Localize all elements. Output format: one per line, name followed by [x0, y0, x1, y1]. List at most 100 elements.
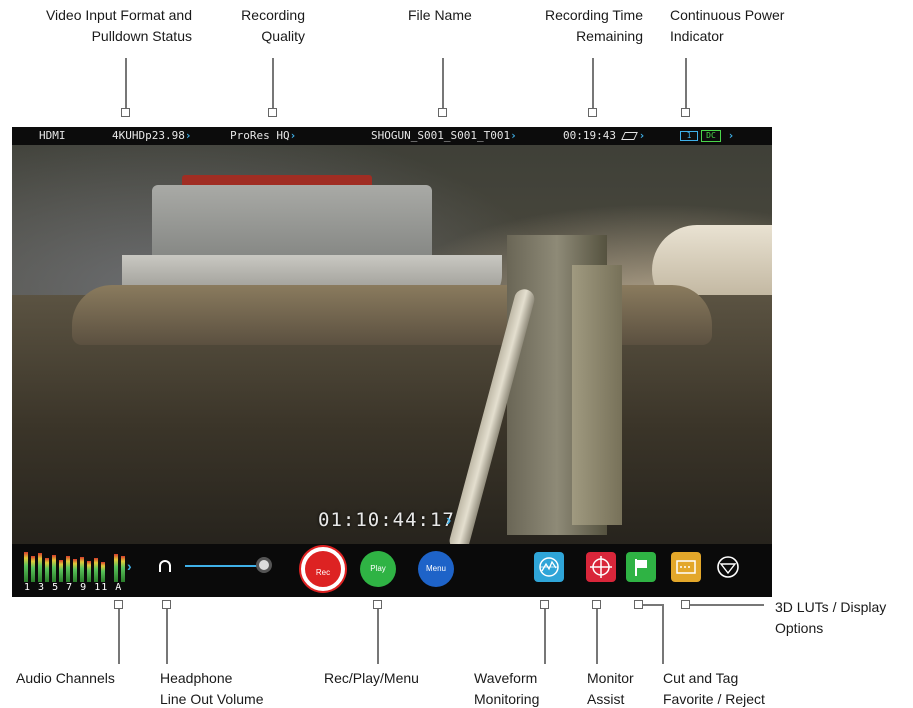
play-button[interactable]: Play: [360, 551, 396, 587]
audio-meter-bar: [73, 559, 77, 582]
connector-line: [125, 58, 127, 108]
aperture-icon: [717, 556, 739, 578]
connector-line: [592, 58, 594, 108]
volume-slider[interactable]: [185, 565, 263, 567]
video-preview: [12, 145, 772, 553]
monitor-assist-button[interactable]: [586, 552, 616, 582]
connector-line: [442, 58, 444, 108]
connector-line: [272, 58, 274, 108]
audio-meter-bar: [24, 552, 28, 582]
connector-marker: [114, 600, 123, 609]
callout-cut-tag-line2: Favorite / Reject: [663, 691, 765, 707]
callout-waveform: Waveform Monitoring: [474, 668, 539, 708]
eraser-icon: [620, 132, 638, 140]
callout-monitor-assist-line1: Monitor: [587, 670, 634, 686]
cut-tag-button[interactable]: [671, 552, 701, 582]
menu-button[interactable]: Menu: [418, 551, 454, 587]
connector-line: [166, 609, 168, 664]
timecode-display[interactable]: 01:10:44:17: [318, 509, 455, 531]
connector-line: [544, 609, 546, 664]
callout-waveform-line2: Monitoring: [474, 691, 540, 707]
connector-marker: [121, 108, 130, 117]
control-bar: 1 3 5 7 9 11 A › Rec Play Menu: [12, 544, 772, 597]
callout-monitor-assist: Monitor Assist: [587, 668, 634, 708]
audio-meter-bar: [52, 555, 56, 582]
tag-icon: [676, 560, 696, 574]
audio-meter-bar: [87, 561, 91, 582]
status-bar: HDMI 4KUHDp23.98› ProRes HQ› SHOGUN_S001…: [12, 127, 772, 145]
audio-meters[interactable]: [24, 548, 134, 582]
audio-meter-bar: [94, 558, 98, 582]
callout-headphone-line1: Headphone: [160, 670, 233, 686]
chevron-right-icon: ›: [510, 129, 517, 142]
connector-marker: [588, 108, 597, 117]
connector-marker: [681, 600, 690, 609]
waveform-button[interactable]: [534, 552, 564, 582]
callout-recording-time-line1: Recording Time: [544, 7, 643, 23]
callout-recplay: Rec/Play/Menu: [324, 670, 419, 686]
connector-marker: [592, 600, 601, 609]
flag-icon: [635, 559, 647, 576]
video-format[interactable]: 4KUHDp23.98›: [112, 127, 191, 145]
connector-line: [118, 609, 120, 664]
callout-video-input-line1: Video Input Format and: [45, 7, 192, 23]
connector-marker: [681, 108, 690, 117]
audio-meter-bar: [38, 553, 42, 582]
callout-power-line1: Continuous Power: [670, 7, 785, 23]
connector-marker: [162, 600, 171, 609]
audio-meter-bar: [59, 560, 63, 582]
chevron-right-icon: ›: [184, 129, 192, 142]
chevron-right-icon: ›: [727, 129, 735, 142]
video-scene-detail: [572, 265, 622, 525]
lut-display-button[interactable]: [713, 552, 743, 582]
callout-recording-quality-line1: Recording: [241, 7, 305, 23]
chevron-right-icon[interactable]: ›: [127, 558, 132, 574]
connector-line: [685, 58, 687, 108]
callout-cut-tag: Cut and Tag Favorite / Reject: [663, 668, 765, 708]
connector-line: [377, 609, 379, 664]
headphone-icon[interactable]: [159, 560, 171, 572]
audio-meter-bar: [101, 562, 105, 582]
chevron-right-icon: ›: [638, 129, 646, 142]
input-source[interactable]: HDMI: [39, 127, 66, 145]
video-format-label: 4KUHDp23.98: [112, 129, 185, 142]
connector-line: [690, 604, 764, 606]
chevron-right-icon: ›: [446, 512, 452, 529]
recording-codec-label: ProRes HQ: [230, 129, 290, 142]
file-name[interactable]: SHOGUN_S001_S001_T001›: [371, 127, 517, 145]
callout-power: Continuous Power Indicator: [670, 5, 784, 47]
connector-line: [662, 604, 664, 664]
audio-meter-bar: [31, 556, 35, 582]
callout-video-input: Video Input Format and Pulldown Status: [22, 5, 192, 47]
file-name-label: SHOGUN_S001_S001_T001: [371, 129, 511, 142]
callout-headphone: Headphone Line Out Volume: [160, 668, 264, 708]
recording-codec[interactable]: ProRes HQ›: [230, 127, 296, 145]
power-indicator[interactable]: 1 DC ›: [680, 127, 734, 145]
callout-recording-time-line2: Remaining: [576, 28, 643, 44]
callout-recording-time: Recording Time Remaining: [515, 5, 643, 47]
callout-luts-line1: 3D LUTs / Display: [775, 599, 887, 615]
time-remaining[interactable]: 00:19:43 ›: [563, 127, 645, 145]
callout-waveform-line1: Waveform: [474, 670, 538, 686]
callout-video-input-line2: Pulldown Status: [91, 28, 192, 44]
audio-meter-bar: [121, 556, 125, 582]
battery-icon: 1: [680, 131, 698, 141]
connector-marker: [634, 600, 643, 609]
audio-meter-bar: [66, 556, 70, 582]
time-remaining-label: 00:19:43: [563, 129, 616, 142]
rec-button[interactable]: Rec: [301, 547, 345, 591]
connector-marker: [540, 600, 549, 609]
volume-slider-knob[interactable]: [256, 557, 272, 573]
audio-channel-labels: 1 3 5 7 9 11 A: [24, 582, 123, 593]
monitor-screen: HDMI 4KUHDp23.98› ProRes HQ› SHOGUN_S001…: [12, 127, 772, 597]
connector-marker: [438, 108, 447, 117]
connector-marker: [268, 108, 277, 117]
favorite-reject-button[interactable]: [626, 552, 656, 582]
connector-line: [596, 609, 598, 664]
callout-monitor-assist-line2: Assist: [587, 691, 625, 707]
waveform-icon: [539, 557, 559, 577]
callout-cut-tag-line1: Cut and Tag: [663, 670, 739, 686]
audio-meter-bar: [80, 557, 84, 582]
callout-file-name: File Name: [408, 7, 472, 23]
connector-marker: [373, 600, 382, 609]
